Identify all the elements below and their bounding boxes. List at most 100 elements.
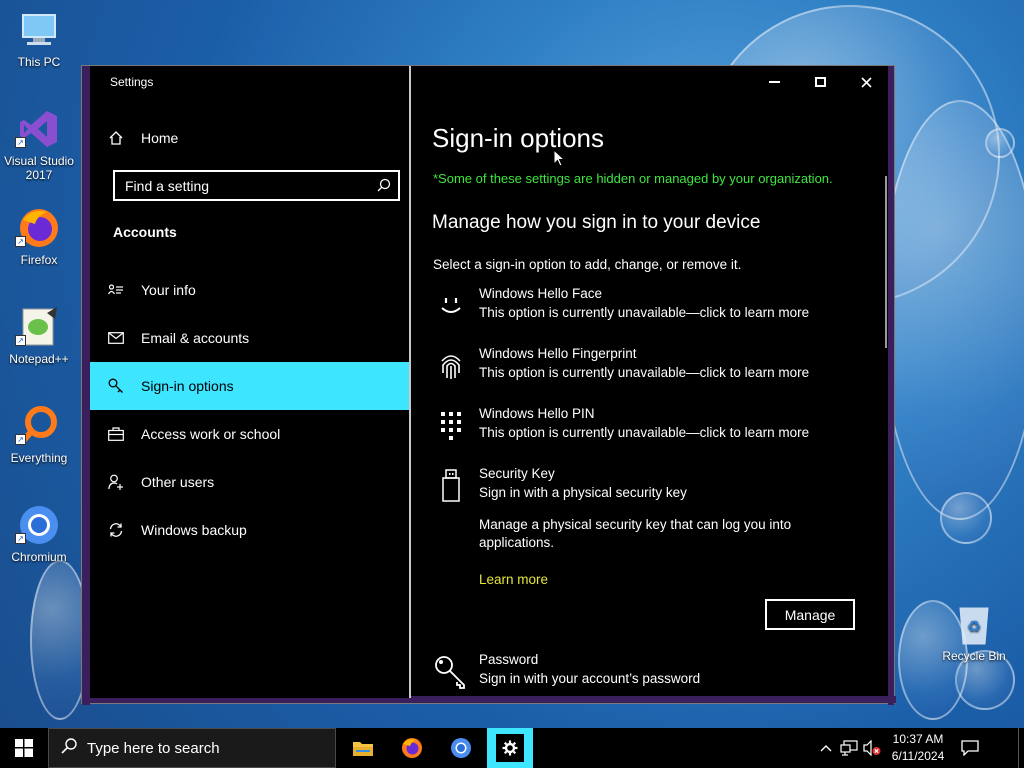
- sidebar-item-label: Windows backup: [141, 522, 247, 538]
- sidebar-item-label: Sign-in options: [141, 378, 234, 394]
- windows-logo-icon: [15, 739, 33, 757]
- maximize-icon: [814, 77, 826, 87]
- shortcut-arrow-icon: ↗: [15, 533, 26, 544]
- desktop-icon-label: Recycle Bin: [942, 649, 1006, 663]
- person-card-icon: [106, 283, 126, 297]
- desktop-icon-label: Firefox: [20, 253, 58, 267]
- firefox-icon: [402, 738, 422, 758]
- option-subtitle: Sign in with your account’s password: [479, 671, 701, 686]
- taskbar-firefox[interactable]: [389, 728, 435, 768]
- minimize-icon: [768, 81, 780, 83]
- home-icon: [106, 130, 126, 146]
- window-frame: [82, 66, 90, 705]
- desktop-icon-label: Chromium: [11, 550, 67, 564]
- option-subtitle: This option is currently unavailable—cli…: [479, 425, 810, 440]
- mail-icon: [106, 332, 126, 344]
- usb-key-icon: [433, 468, 469, 504]
- shortcut-arrow-icon: ↗: [15, 137, 26, 148]
- option-subtitle: This option is currently unavailable—cli…: [479, 365, 810, 380]
- option-security-key[interactable]: Security Key Sign in with a physical sec…: [433, 466, 873, 510]
- taskbar-search-input[interactable]: Type here to search: [48, 728, 336, 768]
- desktop-icon-everything[interactable]: ↗ Everything: [1, 404, 77, 465]
- desktop-icon-this-pc[interactable]: This PC: [1, 8, 77, 69]
- key-icon: [106, 378, 126, 394]
- briefcase-icon: [106, 427, 126, 441]
- maximize-button[interactable]: [800, 74, 840, 90]
- desktop-icon-visual-studio[interactable]: ↗ Visual Studio 2017: [1, 107, 77, 182]
- start-button[interactable]: [0, 728, 48, 768]
- option-title: Windows Hello Fingerprint: [479, 346, 637, 361]
- wallpaper-bubble: [880, 100, 1024, 520]
- option-password[interactable]: Password Sign in with your account’s pas…: [433, 652, 873, 696]
- sidebar-item-other-users[interactable]: Other users: [90, 458, 409, 506]
- option-windows-hello-pin[interactable]: Windows Hello PIN This option is current…: [433, 406, 873, 450]
- clock-date: 6/11/2024: [891, 749, 945, 763]
- minimize-button[interactable]: [754, 74, 794, 90]
- option-subtitle: This option is currently unavailable—cli…: [479, 305, 810, 320]
- folder-icon: [353, 742, 373, 756]
- option-subtitle: Sign in with a physical security key: [479, 485, 687, 500]
- desktop-icon-label: Everything: [10, 451, 68, 465]
- face-icon: [433, 288, 469, 324]
- taskbar-settings[interactable]: [487, 728, 533, 768]
- show-desktop-button[interactable]: [1018, 728, 1024, 768]
- option-title: Windows Hello Face: [479, 286, 603, 301]
- sidebar-item-label: Access work or school: [141, 426, 281, 442]
- learn-more-link[interactable]: Learn more: [479, 572, 548, 587]
- taskbar-chromium[interactable]: [438, 728, 484, 768]
- sidebar-item-label: Email & accounts: [141, 330, 250, 346]
- taskbar-search-placeholder: Type here to search: [87, 739, 220, 757]
- close-icon: [860, 76, 872, 88]
- page-title: Sign-in options: [432, 123, 604, 153]
- settings-main-pane: Sign-in options *Some of these settings …: [411, 66, 890, 698]
- settings-search-input[interactable]: Find a setting: [113, 170, 400, 201]
- sidebar-item-label: Other users: [141, 474, 215, 490]
- option-title: Password: [479, 652, 539, 667]
- settings-window: Settings Home Find a setting Accounts Yo…: [81, 65, 896, 705]
- close-button[interactable]: [846, 74, 886, 90]
- sidebar-item-email-accounts[interactable]: Email & accounts: [90, 314, 409, 362]
- manage-button[interactable]: Manage: [765, 599, 855, 630]
- shortcut-arrow-icon: ↗: [15, 335, 26, 346]
- sidebar-item-sign-in-options[interactable]: Sign-in options: [90, 362, 409, 410]
- desktop-icon-label: Visual Studio 2017: [4, 154, 74, 182]
- clock-time: 10:37 AM: [892, 732, 944, 746]
- taskbar: Type here to search 10:37 AM 6/11/2024: [0, 728, 1024, 768]
- sidebar-item-access-work[interactable]: Access work or school: [90, 410, 409, 458]
- wallpaper-bubble: [985, 128, 1015, 158]
- section-description: Select a sign-in option to add, change, …: [433, 257, 742, 272]
- chevron-up-icon: [820, 745, 832, 752]
- volume-muted-icon: [863, 740, 881, 756]
- sidebar-item-windows-backup[interactable]: Windows backup: [90, 506, 409, 554]
- option-title: Security Key: [479, 466, 555, 481]
- desktop-icon-firefox[interactable]: ↗ Firefox: [1, 206, 77, 267]
- wallpaper-bubble: [940, 492, 992, 544]
- taskbar-file-explorer[interactable]: [340, 728, 386, 768]
- network-icon: [840, 740, 858, 756]
- taskbar-clock[interactable]: 10:37 AM 6/11/2024: [886, 731, 950, 765]
- option-windows-hello-fingerprint[interactable]: Windows Hello Fingerprint This option is…: [433, 346, 873, 390]
- search-icon[interactable]: [377, 178, 391, 195]
- desktop-icon-notepadpp[interactable]: ↗ Notepad++: [1, 305, 77, 366]
- managed-notice: *Some of these settings are hidden or ma…: [433, 171, 833, 186]
- password-key-icon: [433, 654, 469, 690]
- desktop-icon-recycle-bin[interactable]: ♻ Recycle Bin: [936, 602, 1012, 663]
- action-center-button[interactable]: [955, 728, 985, 768]
- desktop-icon-label: This PC: [17, 55, 61, 69]
- section-heading: Manage how you sign in to your device: [432, 212, 761, 233]
- scrollbar[interactable]: [885, 176, 887, 348]
- settings-sidebar: Settings Home Find a setting Accounts Yo…: [90, 66, 409, 698]
- volume-tray-button[interactable]: [861, 728, 883, 768]
- option-windows-hello-face[interactable]: Windows Hello Face This option is curren…: [433, 286, 873, 330]
- gear-icon: [502, 740, 518, 756]
- sidebar-item-your-info[interactable]: Your info: [90, 266, 409, 314]
- sync-icon: [106, 522, 126, 538]
- section-label-accounts: Accounts: [113, 224, 177, 240]
- desktop-icon-chromium[interactable]: ↗ Chromium: [1, 503, 77, 564]
- show-hidden-icons-button[interactable]: [816, 728, 836, 768]
- sidebar-item-label: Your info: [141, 282, 196, 298]
- desktop-icon-label: Notepad++: [9, 352, 69, 366]
- sidebar-item-home[interactable]: Home: [90, 114, 409, 162]
- search-icon: [61, 738, 77, 758]
- network-tray-button[interactable]: [838, 728, 860, 768]
